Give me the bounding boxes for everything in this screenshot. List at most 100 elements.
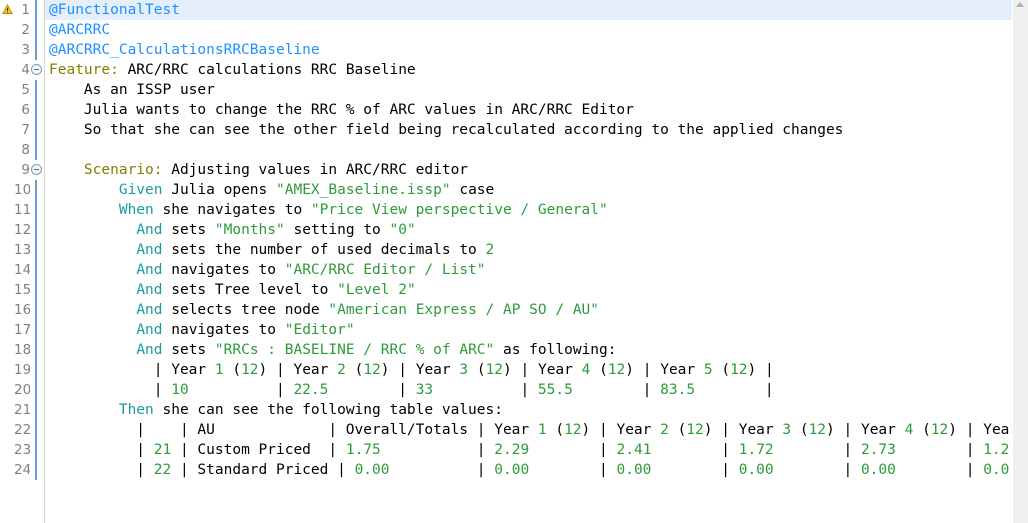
code-line[interactable]: And navigates to "ARC/RRC Editor / List" xyxy=(45,260,1012,280)
code-line[interactable]: Feature: ARC/RRC calculations RRC Baseli… xyxy=(45,60,1012,80)
token-plain: | xyxy=(328,382,416,398)
token-plain: | xyxy=(188,382,294,398)
code-line[interactable]: As an ISSP user xyxy=(45,80,1012,100)
line-number: 1 xyxy=(21,2,30,18)
line-number: 8 xyxy=(21,142,30,158)
fold-collapse-icon[interactable] xyxy=(31,64,42,75)
fold-row xyxy=(30,380,44,400)
token-step: And xyxy=(136,342,163,358)
vertical-scrollbar[interactable] xyxy=(1012,0,1028,523)
scroll-up-arrow-icon[interactable] xyxy=(1016,2,1024,7)
code-line[interactable]: @FunctionalTest xyxy=(45,0,1012,20)
code-line[interactable]: | 22 | Standard Priced | 0.00 | 0.00 | 0… xyxy=(45,460,1012,480)
token-num: 2.73 xyxy=(860,442,896,458)
line-number: 15 xyxy=(14,282,32,298)
code-line[interactable]: Julia wants to change the RRC % of ARC v… xyxy=(45,100,1012,120)
code-editor[interactable]: 1 2 3 4 5 6 7 8 9 10 11 12 13 14 15 16 17 18 19 20 21 22 23 24 … xyxy=(0,0,1028,523)
code-line[interactable]: So that she can see the other field bein… xyxy=(45,120,1012,140)
token-num: 0.00 xyxy=(616,462,652,478)
code-line[interactable]: | Year 1 (12) | Year 2 (12) | Year 3 (12… xyxy=(45,360,1012,380)
token-string: "ARC/RRC Editor / List" xyxy=(284,262,486,278)
line-number: 22 xyxy=(14,422,32,438)
code-line[interactable] xyxy=(45,140,1012,160)
token-string: "RRCs : BASELINE / RRC % of ARC" xyxy=(214,342,495,358)
token-plain: she can see the following table values: xyxy=(153,402,503,418)
fold-row xyxy=(30,0,44,20)
token-num: 1 xyxy=(537,422,547,438)
token-plain: she navigates to xyxy=(153,202,311,218)
token-plain: | xyxy=(773,462,861,478)
code-line[interactable]: And sets "RRCs : BASELINE / RRC % of ARC… xyxy=(45,340,1012,360)
token-step: And xyxy=(136,322,163,338)
token-plain: ( xyxy=(712,362,731,378)
code-line[interactable]: And navigates to "Editor" xyxy=(45,320,1012,340)
token-step: When xyxy=(118,202,154,218)
code-line[interactable]: Then she can see the following table val… xyxy=(45,400,1012,420)
code-line[interactable]: Given Julia opens "AMEX_Baseline.issp" c… xyxy=(45,180,1012,200)
token-num: 10 xyxy=(171,382,189,398)
line-number: 14 xyxy=(14,262,32,278)
code-line[interactable]: @ARCRRC xyxy=(45,20,1012,40)
token-keyword: Scenario: xyxy=(83,162,163,178)
fold-row xyxy=(30,200,44,220)
token-step: And xyxy=(136,302,163,318)
token-plain: selects tree node xyxy=(162,302,329,318)
code-line[interactable]: @ARCRRC_CalculationsRRCBaseline xyxy=(45,40,1012,60)
line-number-ruler: 1 2 3 4 5 6 7 8 9 10 11 12 13 14 15 16 17 18 19 20 21 22 23 24 xyxy=(14,0,32,523)
token-tag: @ARCRRC_CalculationsRRCBaseline xyxy=(49,42,320,58)
token-plain: | xyxy=(895,442,984,458)
token-num: 12 xyxy=(686,422,704,438)
token-num: 33 xyxy=(415,382,434,398)
fold-collapse-icon[interactable] xyxy=(30,60,44,80)
code-line[interactable]: And selects tree node "American Express … xyxy=(45,300,1012,320)
fold-collapse-icon[interactable] xyxy=(30,160,44,180)
token-num: 55.5 xyxy=(537,382,573,398)
token-step: Then xyxy=(118,402,154,418)
code-line[interactable]: | 10 | 22.5 | 33 | 55.5 | 83.5 | xyxy=(45,380,1012,400)
token-plain: sets xyxy=(162,222,215,238)
token-plain: ( xyxy=(791,422,809,438)
fold-row xyxy=(30,420,44,440)
code-line[interactable]: | | AU | Overall/Totals | Year 1 (12) | … xyxy=(45,420,1012,440)
token-num: 22 xyxy=(153,462,172,478)
code-line[interactable]: | 21 | Custom Priced | 1.75 | 2.29 | 2.4… xyxy=(45,440,1012,460)
line-number: 10 xyxy=(14,182,32,198)
fold-row xyxy=(30,140,44,160)
fold-row xyxy=(30,240,44,260)
token-plain: ) | Year xyxy=(258,362,338,378)
token-plain: | xyxy=(572,382,661,398)
code-line[interactable]: And sets Tree level to "Level 2" xyxy=(45,280,1012,300)
token-plain: As an ISSP user xyxy=(49,82,215,98)
token-num: 3 xyxy=(782,422,792,438)
token-plain: ) | Year xyxy=(826,422,905,438)
code-line[interactable]: And sets "Months" setting to "0" xyxy=(45,220,1012,240)
token-num: 12 xyxy=(241,362,259,378)
annotation-ruler[interactable] xyxy=(0,0,14,523)
token-tag: @FunctionalTest xyxy=(49,2,180,18)
fold-row xyxy=(30,280,44,300)
token-num: 21 xyxy=(153,442,172,458)
line-number: 24 xyxy=(14,462,32,478)
fold-collapse-icon[interactable] xyxy=(31,164,42,175)
token-plain: | Standard Priced | xyxy=(171,462,355,478)
token-num: 12 xyxy=(607,362,626,378)
code-text-area[interactable]: @FunctionalTest @ARCRRC @ARCRRC_Calculatio… xyxy=(45,0,1012,523)
token-plain: ARC/RRC calculations RRC Baseline xyxy=(118,62,416,78)
fold-row xyxy=(30,340,44,360)
folding-ruler[interactable] xyxy=(30,0,44,523)
line-number: 3 xyxy=(21,42,30,58)
code-line[interactable]: When she navigates to "Price View perspe… xyxy=(45,200,1012,220)
token-plain: ( xyxy=(546,422,565,438)
token-plain: | xyxy=(49,382,172,398)
token-num: 1 xyxy=(214,362,224,378)
token-num: 3 xyxy=(459,362,469,378)
warning-icon[interactable] xyxy=(2,4,13,15)
code-line[interactable]: And sets the number of used decimals to … xyxy=(45,240,1012,260)
code-line[interactable]: Scenario: Adjusting values in ARC/RRC ed… xyxy=(45,160,1012,180)
